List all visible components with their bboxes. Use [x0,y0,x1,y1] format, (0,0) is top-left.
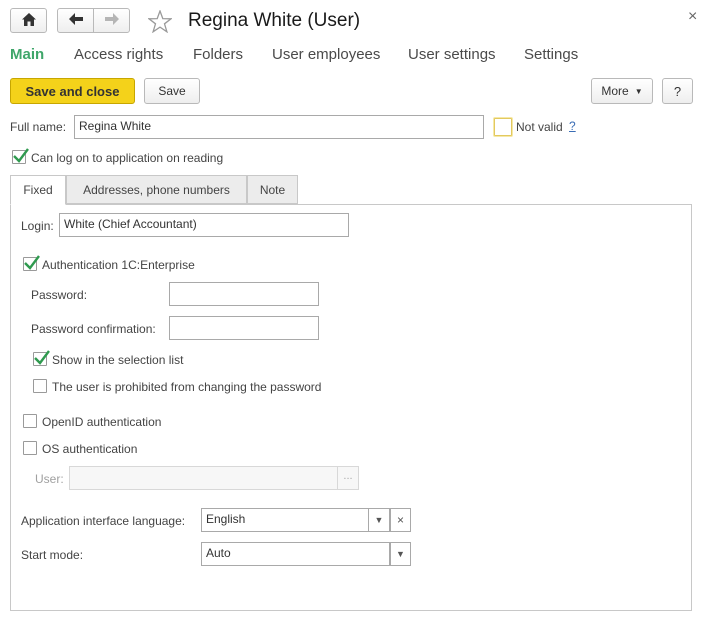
full-name-label: Full name: [10,120,67,134]
os-auth-label: OS authentication [42,442,138,456]
checkmark-icon [24,255,40,270]
forward-button[interactable] [93,8,130,33]
dropdown-arrow-icon: ▼ [396,549,405,559]
os-user-select-button: ... [337,466,359,490]
openid-label: OpenID authentication [42,415,162,429]
full-name-input[interactable]: Regina White [74,115,484,139]
os-user-label: User: [35,472,64,486]
start-mode-select[interactable]: Auto [201,542,390,566]
more-button[interactable]: More ▼ [591,78,653,104]
save-button[interactable]: Save [144,78,200,104]
show-in-list-checkbox[interactable] [33,350,50,366]
prohibited-change-checkbox[interactable] [33,379,47,393]
home-icon [21,12,36,29]
not-valid-checkbox[interactable] [494,118,512,136]
lang-select[interactable]: English [201,508,369,532]
nav-tab-folders[interactable]: Folders [193,46,243,63]
nav-tab-user-employees[interactable]: User employees [272,46,380,63]
start-mode-label: Start mode: [21,548,84,562]
prohibited-change-label: The user is prohibited from changing the… [52,380,322,394]
openid-checkbox[interactable] [23,414,37,428]
not-valid-help-link[interactable]: ? [569,119,576,133]
tab-addresses-phone-numbers[interactable]: Addresses, phone numbers [66,175,247,204]
checkmark-icon [13,148,29,163]
can-log-on-label: Can log on to application on reading [31,151,224,165]
password-label: Password: [31,288,88,302]
home-button[interactable] [10,8,47,33]
nav-tab-access-rights[interactable]: Access rights [74,46,163,63]
can-log-on-checkbox[interactable] [12,148,29,164]
nav-tab-user-settings[interactable]: User settings [408,46,496,63]
os-auth-checkbox[interactable] [23,441,37,455]
os-user-input [69,466,338,490]
more-label: More [601,84,629,98]
dropdown-arrow-icon: ▼ [634,86,643,96]
nav-tab-settings[interactable]: Settings [524,46,578,63]
password-input[interactable] [169,282,319,306]
save-and-close-button[interactable]: Save and close [10,78,135,104]
checkmark-icon [34,350,50,365]
login-label: Login: [21,219,54,233]
password-confirm-input[interactable] [169,316,319,340]
password-confirm-label: Password confirmation: [31,322,156,336]
back-button[interactable] [57,8,94,33]
start-mode-dropdown-button[interactable]: ▼ [390,542,411,566]
help-button[interactable]: ? [662,78,693,104]
lang-label: Application interface language: [21,514,186,528]
tab-fixed[interactable]: Fixed [10,175,66,205]
tab-note[interactable]: Note [247,175,298,204]
close-icon[interactable]: × [688,8,697,26]
auth-1c-checkbox[interactable] [23,255,40,271]
window-title: Regina White (User) [188,10,361,31]
nav-tab-main[interactable]: Main [10,46,44,63]
dropdown-arrow-icon: ▼ [374,515,384,525]
lang-clear-button[interactable]: × [390,508,411,532]
lang-dropdown-button[interactable]: ▼ [369,508,390,532]
show-in-list-label: Show in the selection list [52,353,184,367]
login-input[interactable]: White (Chief Accountant) [59,213,349,237]
star-icon[interactable] [147,9,173,36]
back-arrow-icon [68,13,83,28]
clear-icon: × [396,513,404,527]
not-valid-label: Not valid [516,120,563,134]
forward-arrow-icon [104,13,119,28]
auth-1c-label: Authentication 1C:Enterprise [42,258,195,272]
